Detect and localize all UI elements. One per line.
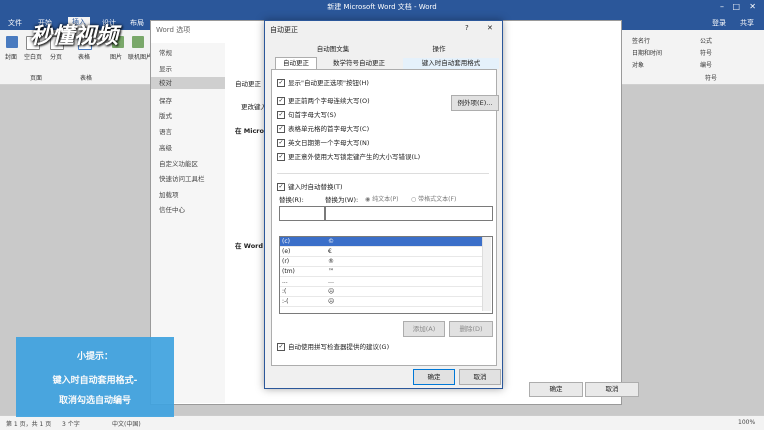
options-ok-button[interactable]: 确定: [529, 382, 583, 397]
nav-language[interactable]: 语言: [159, 126, 172, 136]
checkbox-checked-icon[interactable]: ✓: [277, 153, 285, 161]
minimize-icon[interactable]: –: [720, 2, 724, 11]
checkbox-checked-icon[interactable]: ✓: [277, 79, 285, 87]
status-bar: 第 1 页，共 1 页 3 个字 中文(中国) 100%: [0, 415, 764, 430]
list-item[interactable]: (e) €: [280, 247, 482, 257]
checkbox-checked-icon[interactable]: ✓: [277, 183, 285, 191]
ribbon-signature-line[interactable]: 签名行: [632, 36, 650, 45]
option-replace-as-typed[interactable]: ✓ 键入时自动替换(T): [277, 181, 343, 191]
formatted-text-radio[interactable]: ○ 带格式文本(F): [411, 194, 456, 203]
list-scrollbar[interactable]: [482, 237, 491, 311]
maximize-icon[interactable]: □: [732, 2, 740, 11]
option-caps-lock[interactable]: ✓ 更正意外使用大写锁定键产生的大小写错误(L): [277, 151, 420, 161]
nav-addins[interactable]: 加载项: [159, 189, 179, 199]
nav-trust-center[interactable]: 信任中心: [159, 204, 185, 214]
tip-title: 小提示：: [76, 352, 113, 362]
autocorrect-title: 自动更正: [270, 26, 298, 34]
nav-display[interactable]: 显示: [159, 63, 172, 73]
list-item[interactable]: :-(☹: [280, 297, 482, 307]
ribbon-online-picture[interactable]: 联机图片: [128, 52, 152, 61]
language: 中文(中国): [112, 421, 141, 428]
list-item[interactable]: (tm) ™: [280, 267, 482, 277]
checkbox-checked-icon[interactable]: ✓: [277, 139, 285, 147]
nav-customize-ribbon[interactable]: 自定义功能区: [159, 158, 198, 168]
tab-layout[interactable]: 布局: [130, 18, 144, 28]
add-button[interactable]: 添加(A): [403, 321, 445, 337]
word-count: 3 个字: [62, 421, 80, 428]
group-pages: 页面: [30, 75, 43, 82]
replace-input[interactable]: [279, 206, 325, 221]
ok-button[interactable]: 确定: [413, 369, 455, 385]
option-table-caps[interactable]: ✓ 表格单元格的首字母大写(C): [277, 123, 369, 133]
tab-autotext[interactable]: 自动图文集: [279, 44, 387, 55]
nav-proofing[interactable]: 校对: [151, 77, 225, 89]
online-picture-icon[interactable]: [132, 36, 144, 48]
option-day-caps[interactable]: ✓ 英文日期第一个字母大写(N): [277, 137, 369, 147]
with-input[interactable]: [325, 206, 493, 221]
checkbox-checked-icon[interactable]: ✓: [277, 111, 285, 119]
delete-button[interactable]: 删除(D): [449, 321, 493, 337]
share-button[interactable]: 共享: [740, 18, 754, 28]
ribbon-table[interactable]: 表格: [78, 52, 90, 61]
ribbon-equation[interactable]: 公式: [700, 36, 712, 45]
watermark-logo: 秒懂视频: [30, 24, 119, 49]
divider: [277, 173, 489, 174]
nav-quick-access[interactable]: 快速访问工具栏: [159, 173, 205, 183]
checkbox-checked-icon[interactable]: ✓: [277, 97, 285, 105]
list-item[interactable]: ...…: [280, 277, 482, 287]
list-item[interactable]: (c) ©: [280, 237, 482, 247]
option-show-buttons[interactable]: ✓ 显示"自动更正选项"按钮(H): [277, 77, 369, 87]
with-label: 替换为(W):: [325, 196, 359, 204]
ribbon-page-break[interactable]: 分页: [50, 52, 62, 61]
nav-advanced[interactable]: 高级: [159, 142, 172, 152]
ribbon-cover[interactable]: 封面: [5, 52, 17, 61]
page-count: 第 1 页，共 1 页: [6, 421, 52, 428]
options-title: Word 选项: [156, 26, 191, 34]
tip-line-2: 取消勾选自动编号: [58, 396, 131, 406]
tip-line-1: 键入时自动套用格式-: [52, 376, 138, 386]
checkbox-checked-icon[interactable]: ✓: [277, 343, 285, 351]
tab-autocorrect[interactable]: 自动更正: [275, 57, 317, 69]
group-tables: 表格: [80, 75, 93, 82]
tab-math-autocorrect[interactable]: 数学符号自动更正: [319, 58, 399, 69]
tab-file[interactable]: 文件: [8, 18, 22, 28]
nav-layout[interactable]: 版式: [159, 110, 172, 120]
window-title: 新建 Microsoft Word 文档 - Word: [327, 3, 437, 11]
nav-general[interactable]: 常规: [159, 47, 172, 57]
option-two-initial-caps[interactable]: ✓ 更正前两个字母连续大写(O): [277, 95, 370, 105]
ribbon-symbol[interactable]: 符号: [700, 48, 712, 57]
group-symbols: 符号: [705, 75, 718, 82]
ribbon-date-time[interactable]: 日期和时间: [632, 48, 662, 57]
section-autocorrect: 自动更正: [235, 80, 261, 88]
ribbon-object[interactable]: 对象: [632, 60, 644, 69]
cancel-button[interactable]: 取消: [459, 369, 501, 385]
tab-autoformat-as-you-type[interactable]: 键入时自动套用格式: [403, 58, 499, 69]
cover-page-icon[interactable]: [6, 36, 18, 48]
tip-box: 小提示： 键入时自动套用格式- 取消勾选自动编号: [16, 337, 174, 417]
autocorrect-dialog: 自动更正 ? ✕ 自动图文集 操作 自动更正 数学符号自动更正 键入时自动套用格…: [264, 20, 503, 389]
plain-text-radio[interactable]: ◉ 纯文本(P): [365, 194, 398, 203]
tab-actions[interactable]: 操作: [389, 44, 489, 55]
login-link[interactable]: 登录: [712, 18, 726, 28]
option-spellcheck-suggestions[interactable]: ✓ 自动使用拼写检查器提供的建议(G): [277, 341, 389, 351]
checkbox-checked-icon[interactable]: ✓: [277, 125, 285, 133]
ribbon-picture[interactable]: 图片: [110, 52, 122, 61]
help-icon[interactable]: ?: [465, 24, 469, 32]
word-title-bar: 新建 Microsoft Word 文档 - Word ✕ □ –: [0, 0, 764, 16]
zoom-level[interactable]: 100%: [738, 419, 755, 426]
nav-save[interactable]: 保存: [159, 95, 172, 105]
replace-label: 替换(R):: [279, 196, 304, 204]
list-item[interactable]: :(☹: [280, 287, 482, 297]
exceptions-button[interactable]: 例外项(E)...: [451, 95, 499, 111]
ribbon-blank-page[interactable]: 空白页: [24, 52, 42, 61]
close-icon[interactable]: ✕: [487, 24, 493, 32]
options-cancel-button[interactable]: 取消: [585, 382, 639, 397]
autocorrect-list[interactable]: (c) © (e) € (r) ® (tm) ™ ...… :(☹ :-(☹: [279, 236, 493, 314]
option-sentence-caps[interactable]: ✓ 句首字母大写(S): [277, 109, 336, 119]
close-icon[interactable]: ✕: [749, 2, 756, 11]
list-item[interactable]: (r) ®: [280, 257, 482, 267]
ribbon-numbering[interactable]: 编号: [700, 60, 712, 69]
section-word: 在 Word: [235, 242, 264, 250]
